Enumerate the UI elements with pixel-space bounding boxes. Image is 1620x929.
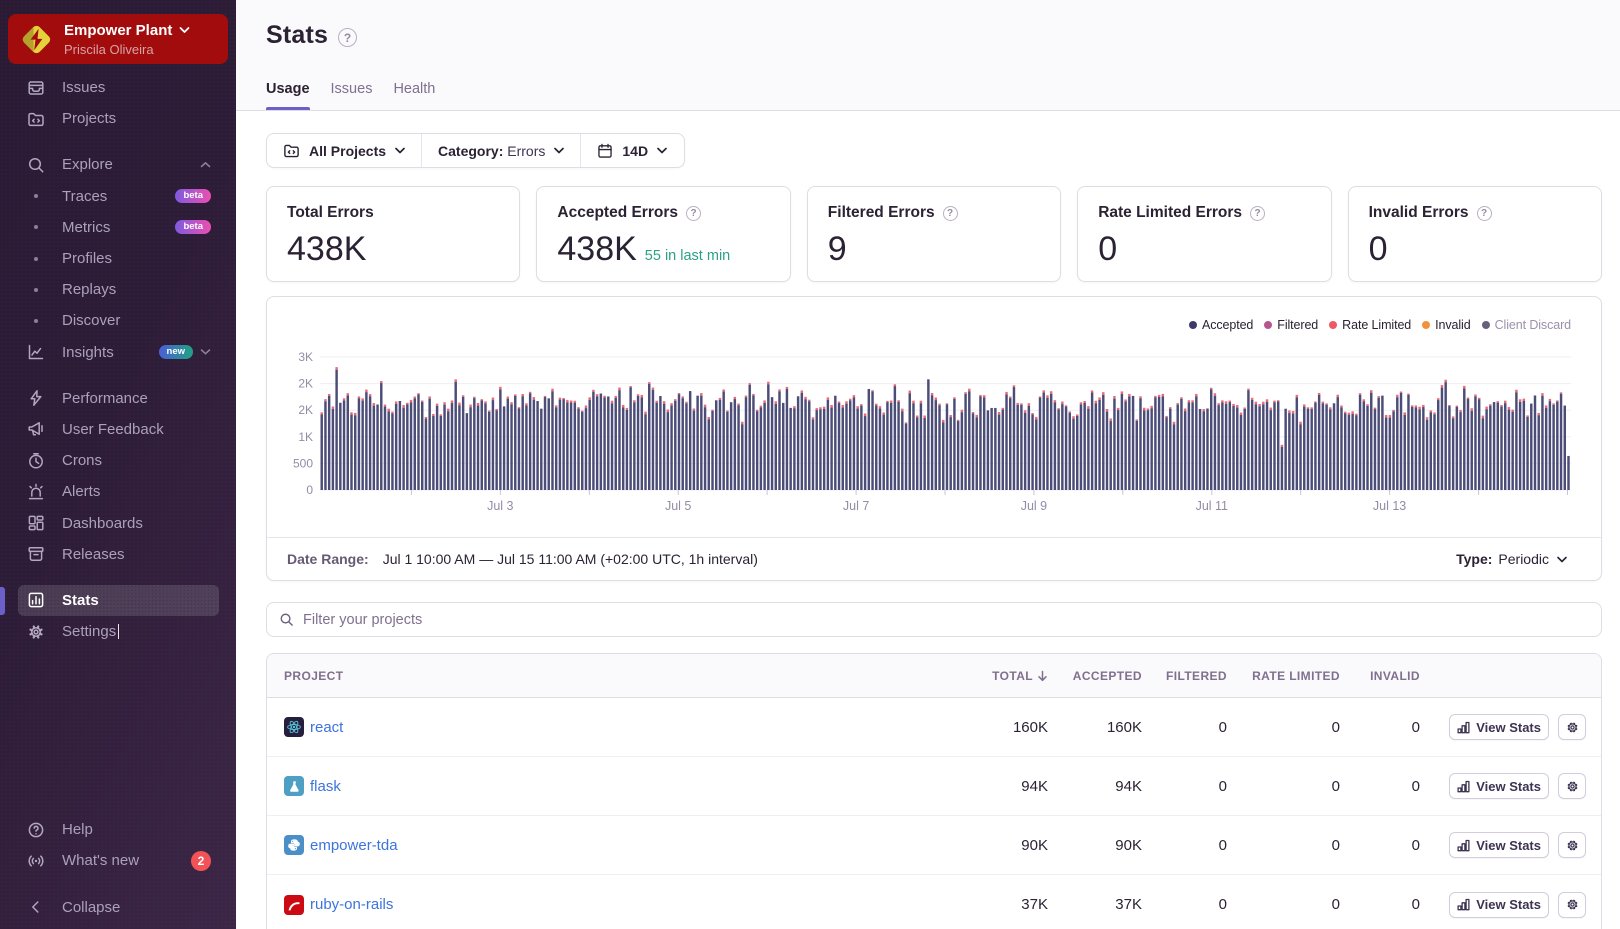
svg-text:0: 0 [306,483,313,497]
svg-text:1K: 1K [298,430,313,444]
svg-text:Jul 3: Jul 3 [487,499,513,513]
svg-text:500: 500 [293,456,313,470]
svg-text:3K: 3K [298,350,313,364]
svg-text:Jul 13: Jul 13 [1373,499,1406,513]
svg-text:Jul 9: Jul 9 [1021,499,1047,513]
svg-text:Jul 5: Jul 5 [665,499,691,513]
svg-text:Jul 7: Jul 7 [843,499,869,513]
svg-text:Jul 11: Jul 11 [1196,499,1228,513]
svg-text:2K: 2K [298,377,313,391]
svg-text:2K: 2K [298,403,313,417]
